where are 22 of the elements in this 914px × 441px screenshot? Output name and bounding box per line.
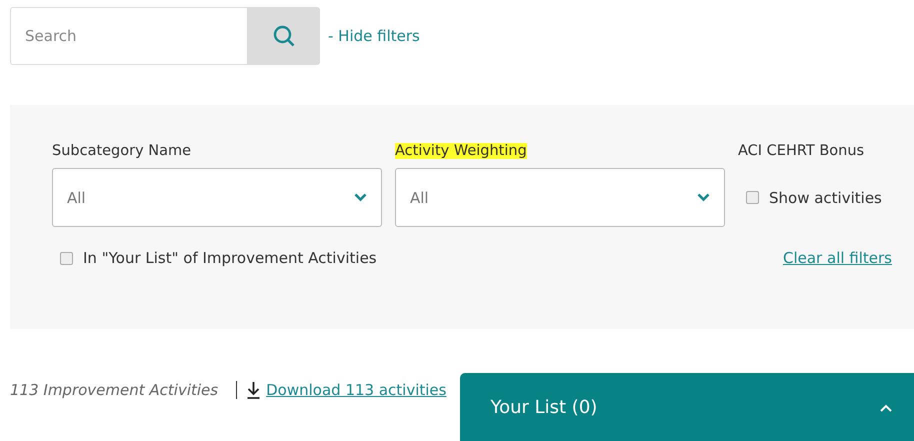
chevron-up-icon[interactable] xyxy=(880,404,892,412)
checkbox[interactable] xyxy=(60,252,73,264)
result-count: 113 Improvement Activities xyxy=(10,381,218,399)
chevron-down-icon xyxy=(697,193,710,202)
search-icon xyxy=(272,25,294,47)
your-list-panel[interactable]: Your List (0) xyxy=(460,373,914,441)
chevron-down-icon xyxy=(354,193,367,202)
hide-filters-link[interactable]: - Hide filters xyxy=(328,27,420,45)
download-icon xyxy=(247,381,260,399)
search-button[interactable] xyxy=(247,7,320,65)
checkbox[interactable] xyxy=(746,191,759,204)
clear-filters-link[interactable]: Clear all filters xyxy=(783,249,892,267)
panel-title: Your List (0) xyxy=(490,397,598,418)
filter-label: Activity Weighting xyxy=(395,143,527,159)
checkbox-label: In "Your List" of Improvement Activities xyxy=(83,249,377,267)
search-field[interactable]: Search xyxy=(10,7,247,65)
filter-label: ACI CEHRT Bonus xyxy=(738,143,864,159)
dropdown[interactable]: All xyxy=(52,168,382,227)
dropdown[interactable]: All xyxy=(395,168,725,227)
checkbox-label: Show activities xyxy=(769,188,882,206)
download-link[interactable]: Download 113 activities xyxy=(266,381,446,399)
filter-label: Subcategory Name xyxy=(52,143,192,159)
